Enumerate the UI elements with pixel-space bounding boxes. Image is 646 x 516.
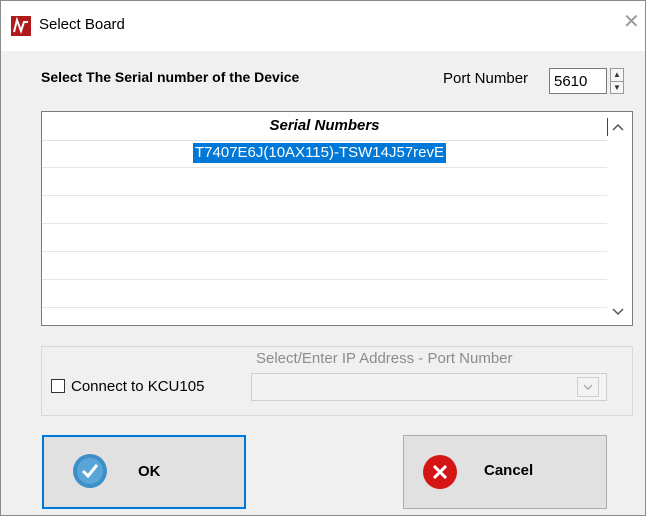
connect-kcu105-label[interactable]: Connect to KCU105 xyxy=(71,378,204,395)
column-separator xyxy=(607,118,608,136)
list-item[interactable]: T7407E6J(10AX115)-TSW14J57revE xyxy=(42,140,607,168)
port-number-input[interactable]: 5610 xyxy=(549,68,607,94)
cancel-button[interactable]: Cancel xyxy=(403,435,607,509)
ok-button[interactable]: OK xyxy=(42,435,246,509)
serial-number-cell: T7407E6J(10AX115)-TSW14J57revE xyxy=(193,143,447,163)
list-item[interactable] xyxy=(42,308,607,325)
cancel-button-label: Cancel xyxy=(484,462,534,479)
ip-address-label: Select/Enter IP Address - Port Number xyxy=(256,350,513,367)
list-item[interactable] xyxy=(42,224,607,252)
list-header: Serial Numbers xyxy=(42,112,607,141)
spin-down-icon[interactable]: ▼ xyxy=(611,82,623,94)
spin-up-icon[interactable]: ▲ xyxy=(611,69,623,82)
list-item[interactable] xyxy=(42,168,607,196)
list-item[interactable] xyxy=(42,196,607,224)
port-number-spinner[interactable]: ▲ ▼ xyxy=(610,68,624,94)
checkmark-icon xyxy=(73,454,107,488)
window-title: Select Board xyxy=(39,16,125,33)
column-header-serial-numbers[interactable]: Serial Numbers xyxy=(42,117,607,134)
scroll-down-icon[interactable] xyxy=(612,305,624,319)
title-bar: Select Board ✕ xyxy=(1,1,645,51)
port-number-value: 5610 xyxy=(554,73,588,90)
app-logo-icon xyxy=(11,16,31,36)
chevron-down-icon[interactable] xyxy=(577,377,599,397)
close-icon[interactable]: ✕ xyxy=(623,12,640,32)
port-number-label: Port Number xyxy=(443,70,529,87)
ip-address-combobox[interactable] xyxy=(251,373,607,401)
list-item[interactable] xyxy=(42,252,607,280)
serial-numbers-list[interactable]: Serial Numbers T7407E6J(10AX115)-TSW14J5… xyxy=(41,111,633,326)
select-board-dialog: Select Board ✕ Select The Serial number … xyxy=(0,0,646,516)
list-item[interactable] xyxy=(42,280,607,308)
ok-button-label: OK xyxy=(138,463,161,480)
scroll-up-icon[interactable] xyxy=(612,120,624,134)
list-rows: T7407E6J(10AX115)-TSW14J57revE xyxy=(42,140,607,325)
connect-kcu105-checkbox[interactable] xyxy=(51,379,65,393)
x-circle-icon xyxy=(423,455,457,489)
serial-prompt-label: Select The Serial number of the Device xyxy=(41,69,300,85)
